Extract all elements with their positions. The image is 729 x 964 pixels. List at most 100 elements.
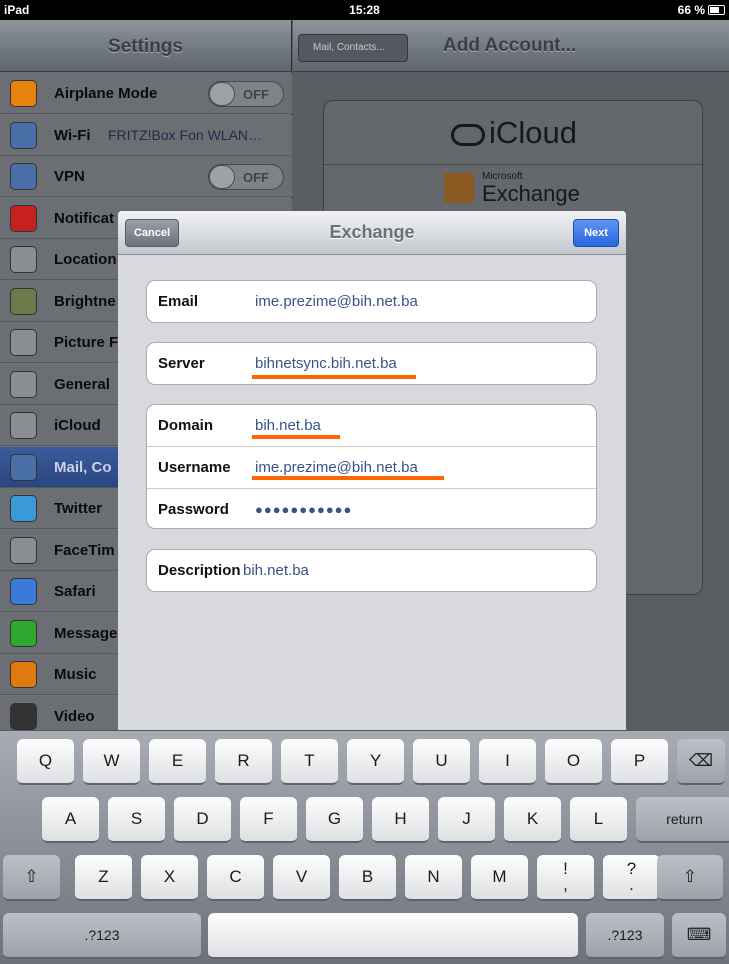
email-field[interactable]: Email ime.prezime@bih.net.ba: [147, 281, 596, 322]
twitter-icon: [10, 495, 37, 522]
server-label: Server: [158, 355, 205, 372]
dialog-header: Cancel Exchange Next: [118, 211, 626, 255]
key-y[interactable]: Y: [347, 739, 404, 785]
shift-key-right[interactable]: ⇧: [657, 855, 723, 901]
key-z[interactable]: Z: [75, 855, 132, 901]
sidebar-item-label: Safari: [54, 583, 96, 600]
sidebar-item-label: Picture F: [54, 334, 119, 351]
server-group: Server bihnetsync.bih.net.ba: [146, 342, 597, 385]
sidebar-item-detail: FRITZ!Box Fon WLAN…: [108, 126, 263, 143]
username-label: Username: [158, 459, 231, 476]
toggle-state: OFF: [243, 170, 269, 185]
description-value: bih.net.ba: [243, 562, 309, 579]
key-g[interactable]: G: [306, 797, 363, 843]
key-t[interactable]: T: [281, 739, 338, 785]
key-o[interactable]: O: [545, 739, 602, 785]
key-d[interactable]: D: [174, 797, 231, 843]
sidebar-item-label: Video: [54, 707, 95, 725]
key-v[interactable]: V: [273, 855, 330, 901]
username-value: ime.prezime@bih.net.ba: [255, 459, 418, 476]
key-q[interactable]: Q: [17, 739, 74, 785]
key-x[interactable]: X: [141, 855, 198, 901]
next-button[interactable]: Next: [573, 219, 619, 247]
key-u[interactable]: U: [413, 739, 470, 785]
icloud-option[interactable]: iCloud: [324, 101, 704, 165]
key-p[interactable]: P: [611, 739, 668, 785]
sidebar-item-label: Location: [54, 251, 117, 268]
key-b[interactable]: B: [339, 855, 396, 901]
sidebar-item-label: Brightne: [54, 292, 116, 310]
key-k[interactable]: K: [504, 797, 561, 843]
battery-percent: 66 %: [677, 3, 705, 17]
sidebar-item-label: General: [54, 375, 110, 393]
numbers-key-right[interactable]: .?123: [586, 913, 664, 959]
toggle-knob: [209, 82, 235, 106]
toggle-switch[interactable]: OFF: [208, 81, 284, 107]
key-label-stack: !,: [563, 860, 568, 893]
key-label-stack: ?.: [627, 860, 636, 893]
shift-key-left[interactable]: ⇧: [3, 855, 60, 901]
description-label: Description: [158, 562, 241, 579]
onscreen-keyboard: Q W E R T Y U I O P ⌫ A S D F G H J K Lreturn ⇧ Z X C V B N M!,?. ⇧.…: [0, 730, 729, 964]
key-a[interactable]: A: [42, 797, 99, 843]
exchange-logo-icon: [444, 173, 474, 203]
key-f[interactable]: F: [240, 797, 297, 843]
clock: 15:28: [349, 3, 380, 17]
battery-icon: [708, 5, 725, 15]
sidebar-item-label: Wi-Fi: [54, 126, 91, 144]
toggle-state: OFF: [243, 87, 269, 102]
hide-keyboard-key[interactable]: ⌨: [672, 913, 726, 959]
icloud-icon: [451, 123, 486, 146]
add-account-header: Mail, Contacts... Add Account...: [293, 20, 729, 72]
key-question-period[interactable]: ?.: [603, 855, 660, 901]
description-field[interactable]: Description bih.net.ba: [147, 550, 596, 591]
username-field[interactable]: Username ime.prezime@bih.net.ba: [147, 447, 596, 488]
username-highlight: [252, 476, 444, 480]
domain-highlight: [252, 435, 340, 439]
key-e[interactable]: E: [149, 739, 206, 785]
email-label: Email: [158, 293, 199, 310]
key-w[interactable]: W: [83, 739, 140, 785]
shift-icon: ⇧: [24, 867, 39, 886]
email-value: ime.prezime@bih.net.ba: [255, 293, 418, 310]
location-icon: [10, 246, 37, 273]
sidebar-item-label: Airplane Mode: [54, 85, 158, 102]
key-h[interactable]: H: [372, 797, 429, 843]
sidebar-item-label: VPN: [54, 168, 85, 185]
key-l[interactable]: L: [570, 797, 627, 843]
key-i[interactable]: I: [479, 739, 536, 785]
keyboard-icon: ⌨: [686, 925, 712, 944]
password-field[interactable]: Password ●●●●●●●●●●●: [147, 489, 596, 530]
key-r[interactable]: R: [215, 739, 272, 785]
sidebar-item-label: iCloud: [54, 417, 101, 434]
key-m[interactable]: M: [471, 855, 528, 901]
wifi-icon: [10, 121, 37, 149]
server-value: bihnetsync.bih.net.ba: [255, 355, 397, 372]
password-label: Password: [158, 501, 229, 518]
sidebar-item-vpn[interactable]: VPN OFF: [0, 156, 292, 197]
sidebar-item-label: Mail, Co: [54, 458, 112, 476]
key-c[interactable]: C: [207, 855, 264, 901]
key-exclamation-comma[interactable]: !,: [537, 855, 594, 901]
backspace-key[interactable]: ⌫: [677, 739, 725, 785]
return-key[interactable]: return: [636, 797, 729, 843]
description-group: Description bih.net.ba: [146, 549, 597, 592]
toggle-knob: [209, 165, 235, 189]
exchange-label: Exchange: [482, 181, 580, 206]
exchange-dialog: Cancel Exchange Next Email ime.prezime@b…: [118, 211, 626, 731]
shift-icon: ⇧: [682, 867, 698, 886]
ipad-screen: iPad 15:28 66 % Settings Airplane Mode OF…: [0, 0, 729, 964]
mail-icon: [10, 453, 37, 481]
sidebar-item-wifi[interactable]: Wi-Fi FRITZ!Box Fon WLAN…: [0, 114, 292, 156]
numbers-key-left[interactable]: .?123: [3, 913, 201, 959]
domain-field[interactable]: Domain bih.net.ba: [147, 405, 596, 446]
space-bar[interactable]: [208, 913, 578, 959]
key-s[interactable]: S: [108, 797, 165, 843]
back-button[interactable]: Mail, Contacts...: [298, 34, 408, 62]
toggle-switch[interactable]: OFF: [208, 164, 284, 190]
key-n[interactable]: N: [405, 855, 462, 901]
sidebar-item-airplane[interactable]: Airplane Mode OFF: [0, 73, 292, 114]
gear-icon: [10, 370, 37, 398]
key-j[interactable]: J: [438, 797, 495, 843]
music-icon: [10, 661, 37, 688]
